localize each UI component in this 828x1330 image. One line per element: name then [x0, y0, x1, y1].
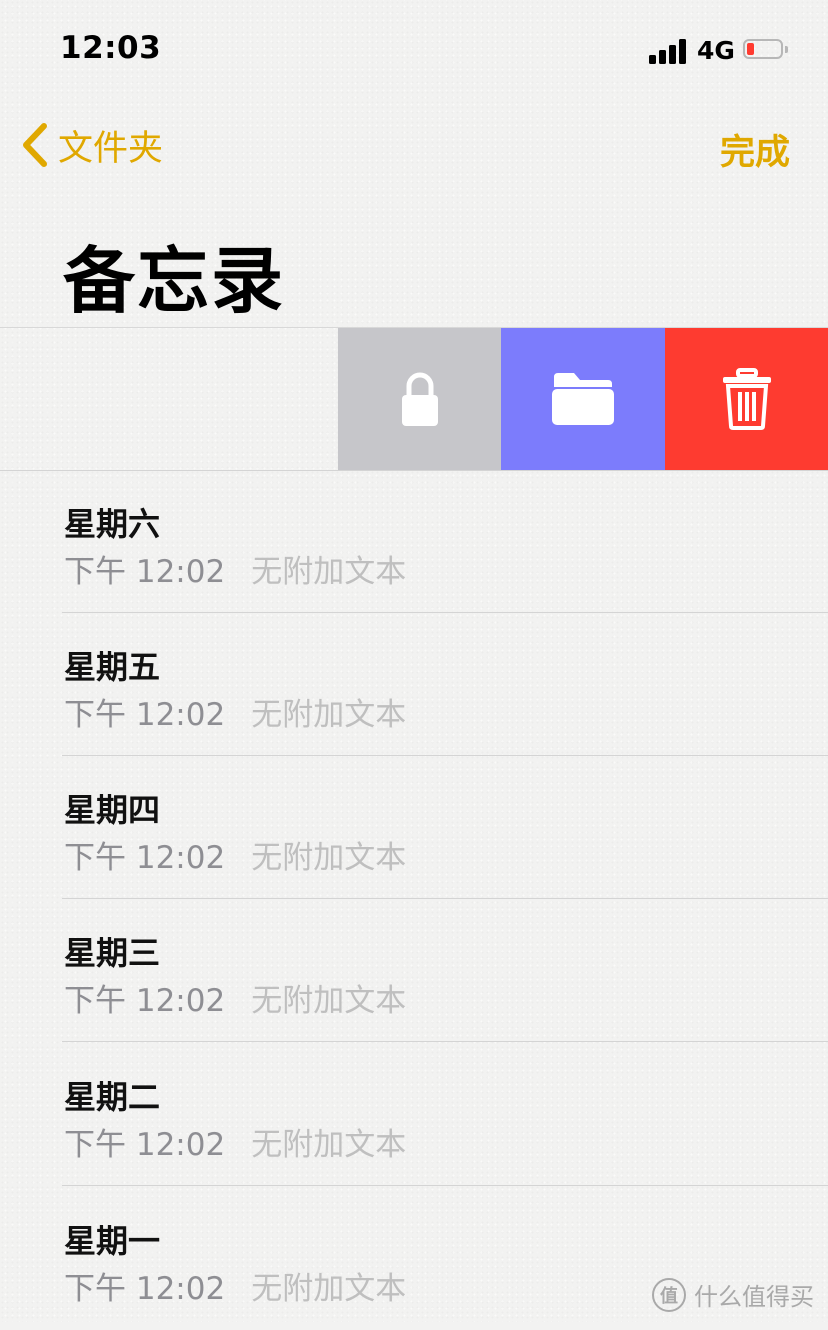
note-preview: 无附加文本	[251, 1127, 407, 1163]
note-time: 下午 12:02	[64, 983, 226, 1019]
note-subtitle: 下午 12:02 无附加文本	[64, 546, 406, 591]
note-item[interactable]: 星期六 下午 12:02 无附加文本	[0, 471, 828, 613]
trash-icon	[722, 368, 771, 430]
note-title: 星期四	[64, 791, 161, 829]
divider	[62, 755, 828, 756]
swiped-note-content[interactable]	[0, 328, 338, 470]
note-subtitle: 下午 12:02 无附加文本	[64, 975, 406, 1020]
note-title: 星期二	[64, 1078, 161, 1116]
note-title: 星期六	[64, 505, 161, 543]
status-bar: 12:03 4G	[0, 0, 828, 100]
done-button[interactable]: 完成	[720, 124, 790, 175]
swiped-note-row	[0, 328, 828, 470]
status-time: 12:03	[60, 30, 162, 66]
note-title: 星期一	[64, 1222, 161, 1260]
chevron-left-icon	[23, 123, 47, 167]
note-time: 下午 12:02	[64, 554, 226, 590]
back-button[interactable]: 文件夹	[18, 120, 163, 170]
note-time: 下午 12:02	[64, 697, 226, 733]
note-subtitle: 下午 12:02 无附加文本	[64, 1119, 406, 1164]
watermark-logo-icon: 值	[652, 1277, 686, 1312]
back-button-label: 文件夹	[58, 128, 164, 169]
lock-icon	[401, 372, 438, 426]
note-preview: 无附加文本	[251, 983, 407, 1019]
note-time: 下午 12:02	[64, 1271, 226, 1307]
note-preview: 无附加文本	[251, 840, 407, 876]
folder-icon	[552, 373, 614, 425]
note-item[interactable]: 星期二 下午 12:02 无附加文本	[0, 1044, 828, 1186]
divider	[62, 1041, 828, 1042]
divider	[62, 1185, 828, 1186]
move-note-button[interactable]	[501, 328, 665, 470]
cellular-signal-icon	[649, 38, 689, 64]
note-subtitle: 下午 12:02 无附加文本	[64, 1263, 406, 1308]
note-time: 下午 12:02	[64, 840, 226, 876]
note-time: 下午 12:02	[64, 1127, 226, 1163]
note-preview: 无附加文本	[251, 554, 407, 590]
page-title: 备忘录	[63, 239, 286, 323]
delete-note-button[interactable]	[665, 328, 828, 470]
note-preview: 无附加文本	[251, 697, 407, 733]
divider	[62, 898, 828, 899]
divider	[62, 612, 828, 613]
lock-note-button[interactable]	[338, 328, 501, 470]
note-item[interactable]: 星期三 下午 12:02 无附加文本	[0, 900, 828, 1042]
note-item[interactable]: 星期五 下午 12:02 无附加文本	[0, 614, 828, 756]
note-item[interactable]: 星期四 下午 12:02 无附加文本	[0, 757, 828, 899]
note-subtitle: 下午 12:02 无附加文本	[64, 689, 406, 734]
note-preview: 无附加文本	[251, 1271, 407, 1307]
note-title: 星期五	[64, 648, 161, 686]
battery-icon	[743, 39, 789, 61]
network-type: 4G	[697, 36, 735, 65]
note-subtitle: 下午 12:02 无附加文本	[64, 832, 406, 877]
note-title: 星期三	[64, 934, 161, 972]
watermark-text: 什么值得买	[694, 1283, 814, 1311]
watermark: 值 什么值得买	[652, 1277, 814, 1312]
